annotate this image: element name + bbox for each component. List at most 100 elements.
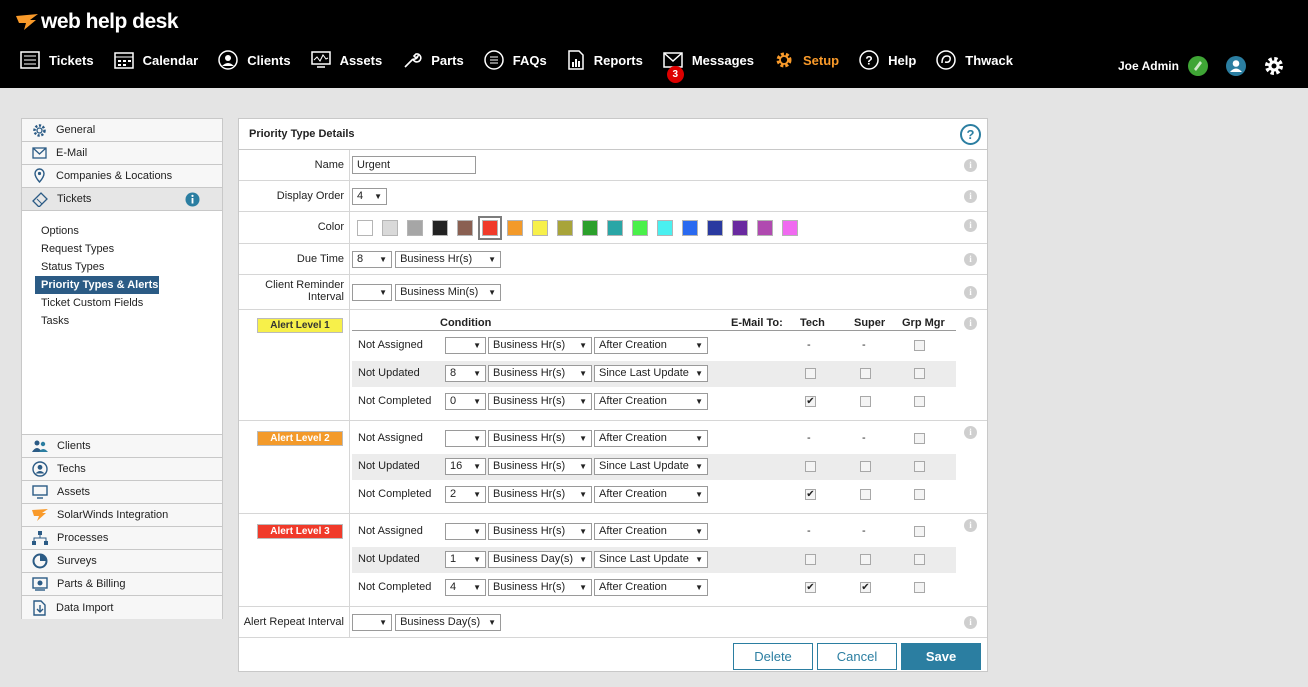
sidebar-item-solarwinds-integration[interactable]: SolarWinds Integration — [22, 504, 222, 527]
color-swatch[interactable] — [457, 220, 473, 236]
color-swatch[interactable] — [407, 220, 423, 236]
alert-when-select[interactable]: After Creation ▼ — [594, 393, 708, 410]
color-swatch[interactable] — [357, 220, 373, 236]
sidebar-subitem-options[interactable]: Options — [35, 222, 159, 240]
tech-checkbox[interactable] — [805, 461, 816, 472]
nav-calendar[interactable]: Calendar — [113, 51, 198, 69]
grp-mgr-checkbox[interactable] — [914, 489, 925, 500]
alert-unit-select[interactable]: Business Hr(s) ▼ — [488, 365, 592, 382]
tech-checkbox[interactable] — [805, 368, 816, 379]
nav-reports[interactable]: Reports — [567, 50, 643, 70]
sidebar-item-tickets[interactable]: Tickets — [22, 188, 222, 211]
sidebar-item-companies-locations[interactable]: Companies & Locations — [22, 165, 222, 188]
grp-mgr-checkbox[interactable] — [914, 582, 925, 593]
sidebar-item-processes[interactable]: Processes — [22, 527, 222, 550]
sidebar-subitem-priority-types-alerts[interactable]: Priority Types & Alerts — [35, 276, 159, 294]
alert-value-select[interactable]: ▼ — [445, 430, 486, 447]
alert-value-select[interactable]: 1 ▼ — [445, 551, 486, 568]
super-checkbox[interactable] — [860, 489, 871, 500]
nav-assets[interactable]: Assets — [310, 51, 382, 69]
nav-help[interactable]: ? Help — [859, 50, 916, 70]
color-swatch[interactable] — [607, 220, 623, 236]
alert-value-select[interactable]: 0 ▼ — [445, 393, 486, 410]
alert-unit-select[interactable]: Business Hr(s) ▼ — [488, 430, 592, 447]
color-swatch[interactable] — [657, 220, 673, 236]
sidebar-subitem-status-types[interactable]: Status Types — [35, 258, 159, 276]
grp-mgr-checkbox[interactable] — [914, 368, 925, 379]
super-checkbox[interactable]: ✔ — [860, 582, 871, 593]
info-icon[interactable]: i — [964, 159, 977, 172]
info-icon[interactable]: i — [964, 317, 977, 330]
due-time-value-select[interactable]: 8 ▼ — [352, 251, 392, 268]
due-time-unit-select[interactable]: Business Hr(s) ▼ — [395, 251, 502, 268]
nav-thwack[interactable]: Thwack — [936, 50, 1013, 70]
info-icon[interactable] — [185, 192, 200, 207]
color-swatch[interactable] — [632, 220, 648, 236]
alert-unit-select[interactable]: Business Hr(s) ▼ — [488, 458, 592, 475]
alert-repeat-unit-select[interactable]: Business Day(s) ▼ — [395, 614, 502, 631]
color-swatch[interactable] — [432, 220, 448, 236]
sidebar-item-general[interactable]: General — [22, 119, 222, 142]
alert-unit-select[interactable]: Business Hr(s) ▼ — [488, 523, 592, 540]
color-swatch[interactable] — [782, 220, 798, 236]
grp-mgr-checkbox[interactable] — [914, 396, 925, 407]
grp-mgr-checkbox[interactable] — [914, 526, 925, 537]
super-checkbox[interactable] — [860, 461, 871, 472]
alert-when-select[interactable]: After Creation ▼ — [594, 337, 708, 354]
color-swatch[interactable] — [382, 220, 398, 236]
info-icon[interactable]: i — [964, 519, 977, 532]
nav-tickets[interactable]: Tickets — [20, 51, 94, 69]
grp-mgr-checkbox[interactable] — [914, 554, 925, 565]
info-icon[interactable]: i — [964, 616, 977, 629]
sidebar-item-assets[interactable]: Assets — [22, 481, 222, 504]
cancel-button[interactable]: Cancel — [817, 643, 897, 670]
sidebar-subitem-tasks[interactable]: Tasks — [35, 312, 159, 330]
sidebar-item-techs[interactable]: Techs — [22, 458, 222, 481]
grp-mgr-checkbox[interactable] — [914, 340, 925, 351]
alert-unit-select[interactable]: Business Hr(s) ▼ — [488, 337, 592, 354]
display-order-select[interactable]: 4 ▼ — [352, 188, 387, 205]
alert-value-select[interactable]: 8 ▼ — [445, 365, 486, 382]
alert-unit-select[interactable]: Business Hr(s) ▼ — [488, 579, 592, 596]
color-swatch[interactable] — [532, 220, 548, 236]
alert-value-select[interactable]: ▼ — [445, 523, 486, 540]
user-name[interactable]: Joe Admin — [1118, 59, 1179, 73]
alert-when-select[interactable]: After Creation ▼ — [594, 430, 708, 447]
color-swatch[interactable] — [707, 220, 723, 236]
sidebar-item-email[interactable]: E-Mail — [22, 142, 222, 165]
client-reminder-unit-select[interactable]: Business Min(s) ▼ — [395, 284, 502, 301]
color-swatch[interactable] — [557, 220, 573, 236]
alert-when-select[interactable]: Since Last Update ▼ — [594, 551, 708, 568]
nav-messages[interactable]: Messages 3 — [663, 52, 754, 83]
tech-checkbox[interactable]: ✔ — [805, 489, 816, 500]
user-avatar-icon[interactable] — [1225, 55, 1247, 77]
info-icon[interactable]: i — [964, 286, 977, 299]
color-swatch[interactable] — [507, 220, 523, 236]
help-icon[interactable]: ? — [960, 124, 981, 145]
sidebar-item-parts-billing[interactable]: Parts & Billing — [22, 573, 222, 596]
delete-button[interactable]: Delete — [733, 643, 813, 670]
color-swatch[interactable] — [757, 220, 773, 236]
alert-when-select[interactable]: After Creation ▼ — [594, 486, 708, 503]
color-swatch[interactable] — [478, 216, 502, 240]
tech-checkbox[interactable] — [805, 554, 816, 565]
sidebar-item-surveys[interactable]: Surveys — [22, 550, 222, 573]
sidebar-subitem-request-types[interactable]: Request Types — [35, 240, 159, 258]
alert-value-select[interactable]: 4 ▼ — [445, 579, 486, 596]
super-checkbox[interactable] — [860, 554, 871, 565]
name-input[interactable]: Urgent — [352, 156, 476, 174]
settings-gear-icon[interactable] — [1263, 55, 1285, 77]
color-swatch[interactable] — [582, 220, 598, 236]
nav-faqs[interactable]: FAQs — [483, 50, 547, 70]
info-icon[interactable]: i — [964, 426, 977, 439]
alert-value-select[interactable]: 16 ▼ — [445, 458, 486, 475]
sidebar-subitem-ticket-custom-fields[interactable]: Ticket Custom Fields — [35, 294, 159, 312]
color-swatch[interactable] — [682, 220, 698, 236]
alert-value-select[interactable]: 2 ▼ — [445, 486, 486, 503]
alert-unit-select[interactable]: Business Hr(s) ▼ — [488, 486, 592, 503]
sidebar-item-data-import[interactable]: Data Import — [22, 596, 222, 619]
alert-value-select[interactable]: ▼ — [445, 337, 486, 354]
info-icon[interactable]: i — [964, 190, 977, 203]
color-swatch[interactable] — [732, 220, 748, 236]
alert-when-select[interactable]: Since Last Update ▼ — [594, 458, 708, 475]
